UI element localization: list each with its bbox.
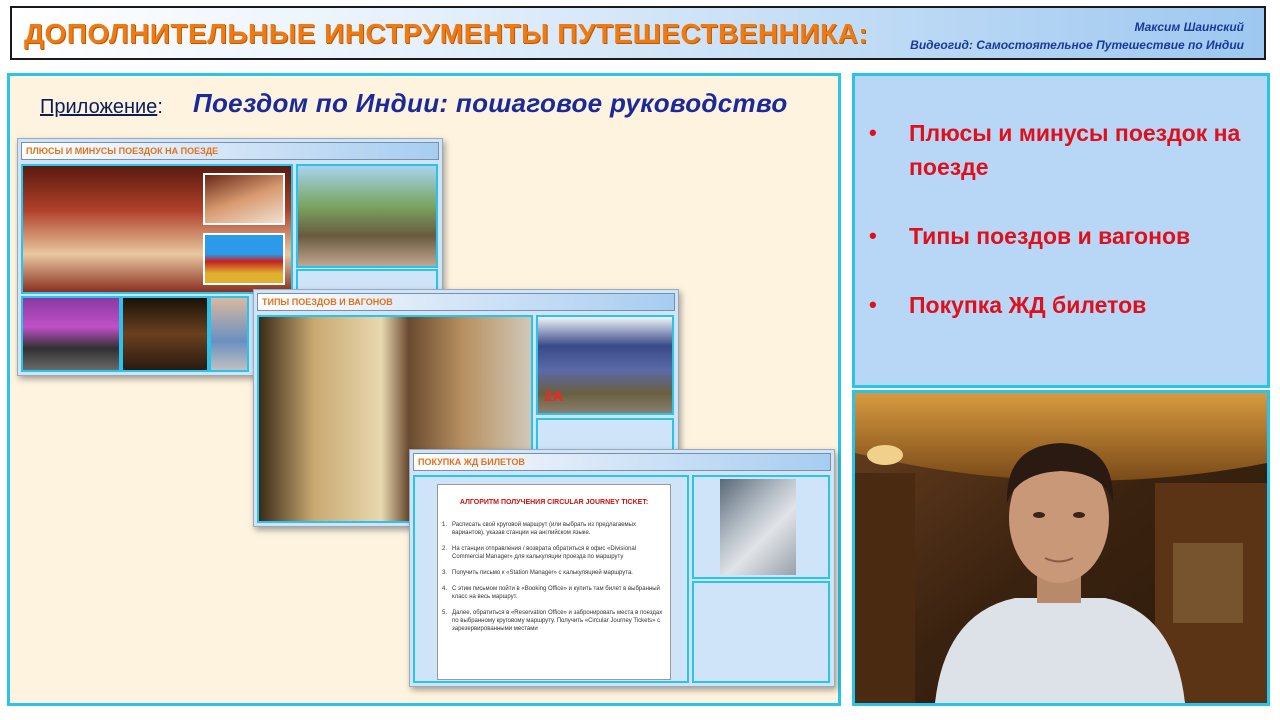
- presenter-video: [852, 390, 1270, 706]
- topic-item: • Типы поездов и вагонов: [869, 219, 1254, 253]
- algorithm-card: АЛГОРИТМ ПОЛУЧЕНИЯ CIRCULAR JOURNEY TICK…: [437, 484, 671, 680]
- algorithm-step: 4. С этим письмом пойти в «Booking Office…: [442, 586, 660, 600]
- algorithm-step: 5. Далее, обратиться в «Reservation Offic…: [442, 610, 663, 632]
- thumb-slide-ticket-purchase: ПОКУПКА ЖД БИЛЕТОВ АЛГОРИТМ ПОЛУЧЕНИЯ CI…: [409, 449, 835, 687]
- app-title: Поездом по Индии: пошаговое руководство: [193, 88, 788, 118]
- staff-photo: [21, 296, 121, 372]
- algorithm-title: АЛГОРИТМ ПОЛУЧЕНИЯ CIRCULAR JOURNEY TICK…: [459, 499, 649, 506]
- ticket-document-photo: [720, 479, 796, 575]
- header-title: ДОПОЛНИТЕЛЬНЫЕ ИНСТРУМЕНТЫ ПУТЕШЕСТВЕННИ…: [24, 18, 869, 49]
- thumb-title: ПЛЮСЫ И МИНУСЫ ПОЕЗДОК НА ПОЕЗДЕ: [26, 146, 219, 156]
- passenger-photo: [209, 296, 249, 372]
- bullet-icon: •: [869, 292, 877, 317]
- empty-cell: [692, 581, 830, 683]
- thumb-title: ТИПЫ ПОЕЗДОВ И ВАГОНОВ: [262, 297, 393, 307]
- ticket-photo-cell: [692, 475, 830, 579]
- cabin-photo: [121, 296, 209, 372]
- thumb-title: ПОКУПКА ЖД БИЛЕТОВ: [418, 457, 525, 467]
- app-label: Приложение:: [40, 96, 163, 118]
- algorithm-step: 1. Расписать свой круговой маршрут (или в…: [442, 522, 636, 536]
- thumb-header: ПОКУПКА ЖД БИЛЕТОВ: [413, 453, 831, 471]
- thumb-header: ТИПЫ ПОЕЗДОВ И ВАГОНОВ: [257, 293, 675, 311]
- shelf: [1173, 543, 1243, 623]
- topics-panel: • Плюсы и минусы поездок на поезде • Типы …: [852, 73, 1270, 388]
- algorithm-step: 3. Получить письмо к «Station Manager» с …: [442, 570, 633, 576]
- header-banner: ДОПОЛНИТЕЛЬНЫЕ ИНСТРУМЕНТЫ ПУТЕШЕСТВЕННИ…: [10, 6, 1266, 60]
- main-slide-panel: Приложение: Поездом по Индии: пошаговое …: [7, 73, 841, 706]
- bullet-icon: •: [869, 120, 877, 145]
- topic-item: • Покупка ЖД билетов: [869, 288, 1254, 322]
- presenter-video-frame: [855, 393, 1267, 703]
- topic-item: • Плюсы и минусы поездок на поезде: [869, 116, 1254, 184]
- train-exterior-photo: [203, 233, 285, 285]
- header-subtitle: Видеогид: Самостоятельное Путешествие по…: [910, 38, 1244, 52]
- topics-list: • Плюсы и минусы поездок на поезде • Типы …: [869, 116, 1254, 357]
- lamp: [867, 445, 903, 465]
- header-author: Максим Шаинский: [1134, 20, 1244, 34]
- coach-exterior-photo: 2A: [536, 315, 674, 415]
- algorithm-steps: 1. Расписать свой круговой маршрут (или в…: [442, 521, 668, 641]
- left-wall-panel: [855, 473, 915, 703]
- algorithm-step: 2. На станции отправления / возврата обра…: [442, 546, 637, 560]
- thumb-header: ПЛЮСЫ И МИНУСЫ ПОЕЗДОК НА ПОЕЗДЕ: [21, 142, 439, 160]
- train-bedroom-photo: [203, 173, 285, 225]
- bullet-icon: •: [869, 223, 877, 248]
- coach-class-badge: 2A: [544, 388, 564, 405]
- crowded-train-photo: [296, 164, 438, 268]
